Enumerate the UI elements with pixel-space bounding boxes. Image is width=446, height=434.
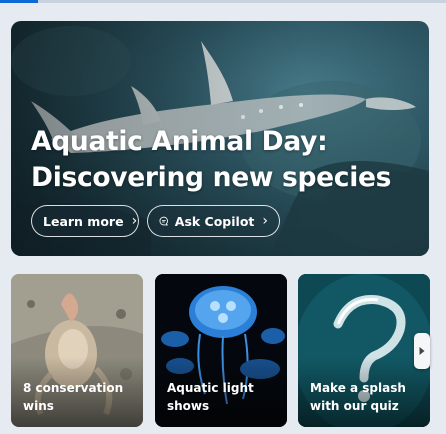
card-title: 8 conservation wins: [23, 381, 124, 413]
top-divider: [0, 0, 446, 3]
card-quiz[interactable]: Make a splash with our quiz: [298, 274, 430, 427]
learn-more-label: Learn more: [43, 213, 124, 229]
news-feed-panel: Aquatic Animal Day: Discovering new spec…: [0, 0, 446, 434]
ask-copilot-button[interactable]: Ask Copilot ›: [147, 205, 280, 237]
card-title: Make a splash with our quiz: [310, 381, 406, 413]
copilot-chat-icon: [159, 216, 169, 226]
carousel-next-button[interactable]: [414, 333, 430, 369]
hero-title-line-2: Discovering new species: [31, 162, 392, 193]
chevron-right-icon: ›: [262, 213, 268, 229]
ask-copilot-label: Ask Copilot: [174, 213, 255, 229]
card-aquatic-light-shows[interactable]: Aquatic light shows: [155, 274, 287, 427]
learn-more-button[interactable]: Learn more ›: [31, 205, 139, 237]
chevron-right-icon: ›: [131, 213, 138, 229]
hero-title-line-1: Aquatic Animal Day:: [31, 126, 328, 157]
hero-title[interactable]: Aquatic Animal Day: Discovering new spec…: [31, 124, 421, 196]
active-tab-indicator: [0, 0, 38, 3]
carousel-next-icon: [419, 347, 425, 355]
card-conservation-wins[interactable]: 8 conservation wins: [11, 274, 143, 427]
card-title: Aquatic light shows: [167, 381, 254, 413]
